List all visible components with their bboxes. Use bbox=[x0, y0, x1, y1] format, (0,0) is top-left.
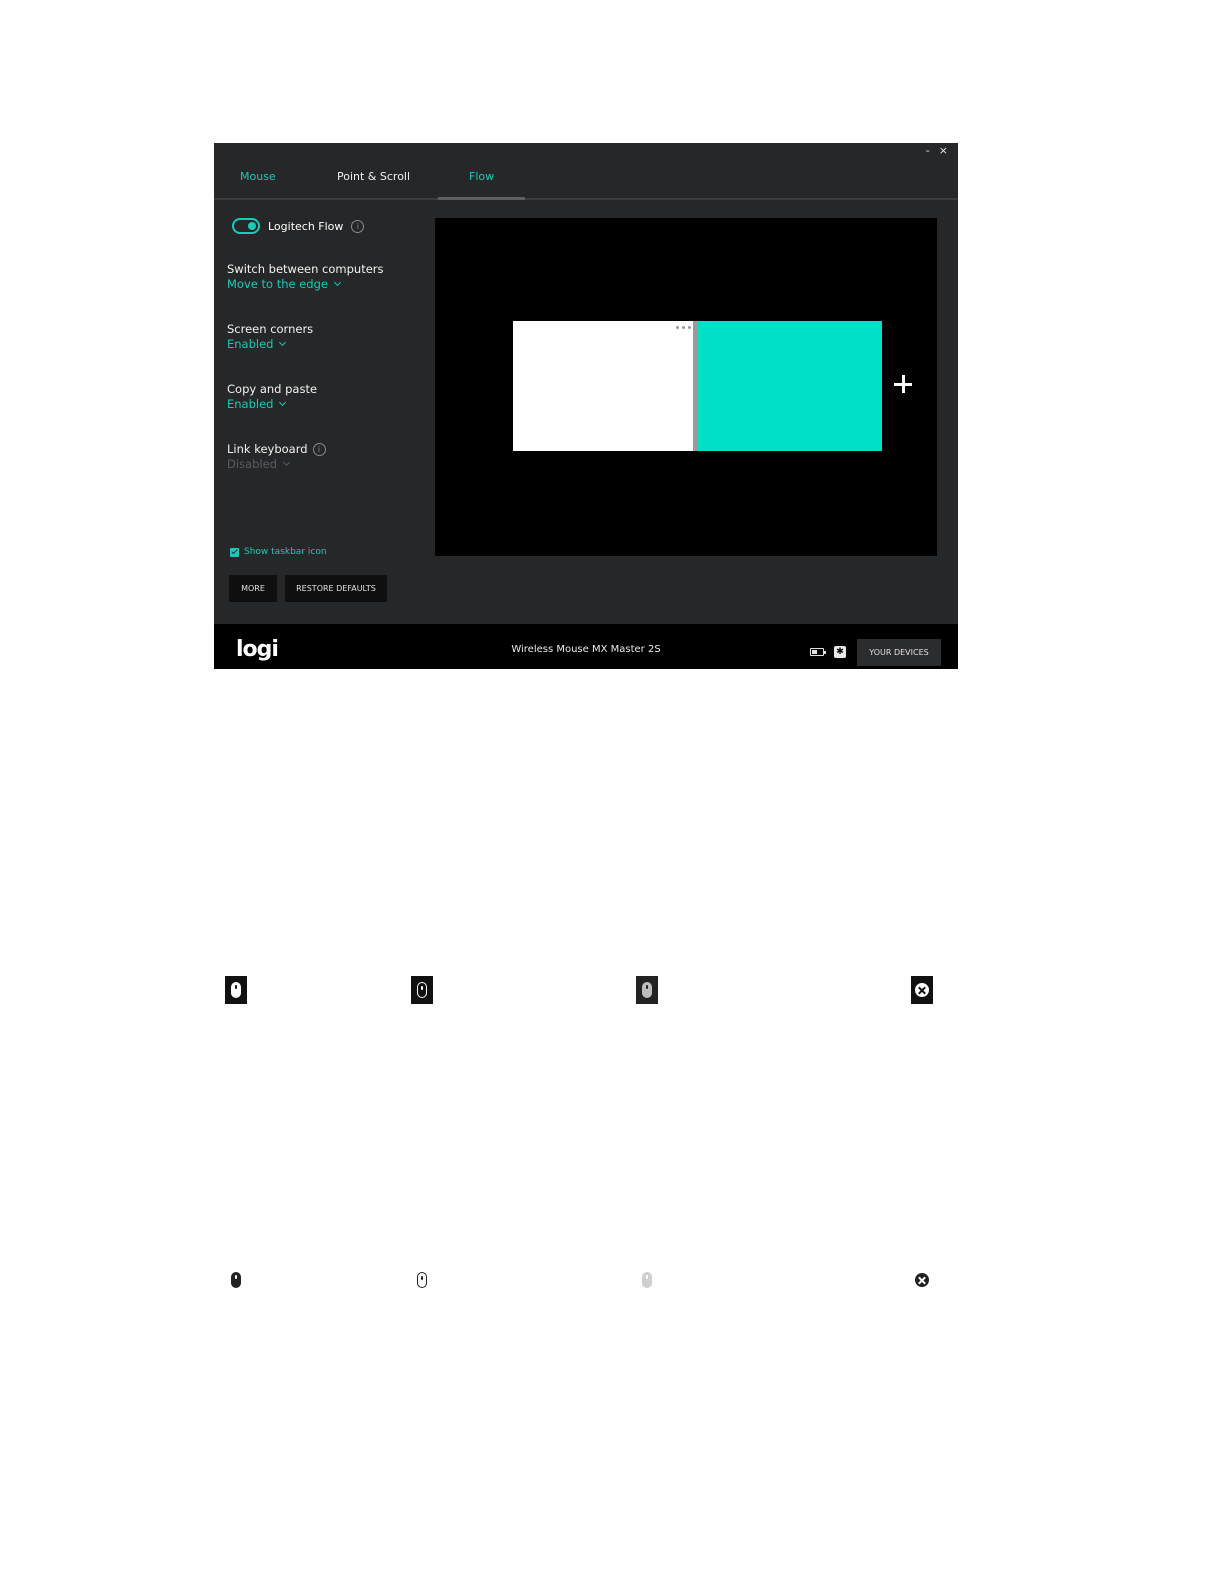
dot bbox=[676, 326, 679, 329]
close-icon-dark-circle bbox=[911, 1266, 933, 1294]
setting-copy-paste: Copy and paste Enabled bbox=[227, 382, 317, 411]
close-icon bbox=[915, 1273, 929, 1287]
close-icon bbox=[915, 983, 929, 997]
mouse-icon-dark bbox=[225, 1266, 247, 1294]
computer-screen-other[interactable] bbox=[698, 321, 882, 451]
info-icon[interactable]: i bbox=[351, 219, 365, 233]
show-taskbar-icon-row: Show taskbar icon bbox=[230, 547, 327, 557]
setting-switch-computers: Switch between computers Move to the edg… bbox=[227, 262, 384, 291]
battery-icon bbox=[810, 648, 826, 656]
mouse-outline-icon bbox=[417, 982, 427, 998]
your-devices-button[interactable]: YOUR DEVICES bbox=[857, 639, 941, 666]
info-icon[interactable]: i bbox=[312, 442, 326, 456]
chevron-down-icon bbox=[333, 278, 342, 287]
mouse-outline-icon bbox=[411, 1266, 433, 1294]
dot bbox=[688, 326, 691, 329]
tab-flow[interactable]: Flow bbox=[469, 170, 494, 183]
mouse-icon bbox=[231, 982, 241, 998]
mouse-icon-dark-square bbox=[225, 976, 247, 1004]
switch-mode-dropdown[interactable]: Move to the edge bbox=[227, 277, 384, 291]
tab-bar: Mouse Point & Scroll Flow bbox=[214, 143, 958, 200]
restore-defaults-button[interactable]: RESTORE DEFAULTS bbox=[285, 575, 387, 602]
mouse-outline-icon bbox=[417, 1272, 427, 1288]
logi-options-window: - × Mouse Point & Scroll Flow Logitech F… bbox=[214, 143, 958, 669]
mouse-outline-icon-dark-square bbox=[411, 976, 433, 1004]
mouse-icon bbox=[231, 1272, 241, 1288]
dropdown-value: Enabled bbox=[227, 397, 274, 411]
setting-title: Copy and paste bbox=[227, 382, 318, 396]
mouse-icon-light-grey bbox=[636, 1266, 658, 1294]
link-keyboard-label: Link keyboard bbox=[227, 442, 308, 456]
link-keyboard-dropdown[interactable]: Disabled bbox=[227, 457, 326, 471]
tab-point-and-scroll[interactable]: Point & Scroll bbox=[337, 170, 410, 183]
footer-bar: logi Wireless Mouse MX Master 2S ✱ YOUR … bbox=[214, 624, 958, 669]
close-icon-dark-square bbox=[911, 976, 933, 1004]
tab-mouse[interactable]: Mouse bbox=[240, 170, 276, 183]
chevron-down-icon bbox=[279, 398, 287, 407]
logitech-flow-label: Logitech Flow bbox=[268, 219, 344, 233]
setting-link-keyboard: Link keyboard i Disabled bbox=[227, 442, 326, 471]
toggle-knob bbox=[248, 222, 256, 230]
device-name: Wireless Mouse MX Master 2S bbox=[511, 644, 661, 655]
chevron-down-icon bbox=[282, 458, 291, 467]
setting-title: Screen corners bbox=[227, 322, 314, 336]
flow-computer-layout bbox=[435, 218, 937, 556]
show-taskbar-icon-label: Show taskbar icon bbox=[244, 547, 327, 557]
flow-settings-panel: Logitech Flow i Switch between computers… bbox=[214, 200, 434, 624]
active-tab-indicator bbox=[438, 197, 525, 200]
more-options-icon[interactable] bbox=[676, 326, 691, 329]
mouse-icon-grey-square bbox=[636, 976, 658, 1004]
screen-corners-dropdown[interactable]: Enabled bbox=[227, 337, 313, 351]
mouse-icon bbox=[642, 1272, 652, 1288]
setting-title: Switch between computers bbox=[227, 262, 384, 276]
dropdown-value: Enabled bbox=[227, 337, 274, 351]
show-taskbar-icon-checkbox[interactable] bbox=[230, 547, 239, 557]
more-button[interactable]: MORE bbox=[229, 575, 277, 602]
dropdown-value: Move to the edge bbox=[227, 277, 328, 291]
chevron-down-icon bbox=[279, 338, 287, 347]
dropdown-value: Disabled bbox=[227, 457, 277, 471]
add-computer-icon[interactable] bbox=[893, 374, 913, 394]
mouse-icon bbox=[642, 982, 652, 998]
logitech-flow-toggle[interactable] bbox=[232, 218, 260, 234]
setting-title: Link keyboard i bbox=[227, 442, 326, 456]
logitech-flow-toggle-row: Logitech Flow i bbox=[232, 218, 365, 234]
bluetooth-icon: ✱ bbox=[834, 646, 846, 658]
dot bbox=[682, 326, 685, 329]
computer-screen-this[interactable] bbox=[513, 321, 697, 451]
setting-screen-corners: Screen corners Enabled bbox=[227, 322, 313, 351]
copy-paste-dropdown[interactable]: Enabled bbox=[227, 397, 317, 411]
